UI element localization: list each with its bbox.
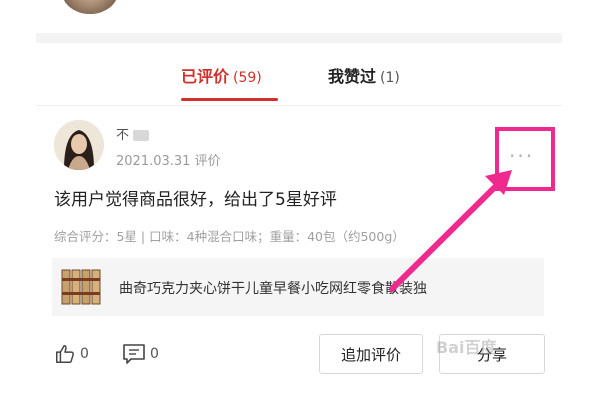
review-meta: 综合评分：5星 | 口味：4种混合口味；重量：40包（约500g） [54,229,405,244]
highlight-box [495,127,555,191]
like-button[interactable]: 0 [54,343,89,365]
comment-button[interactable]: 0 [122,343,159,365]
product-card[interactable]: 曲奇巧克力夹心饼干儿童早餐小吃网红零食散装独 [52,258,544,316]
tab-reviewed[interactable]: 已评价 (59) [181,63,262,87]
product-title: 曲奇巧克力夹心饼干儿童早餐小吃网红零食散装独 [119,281,427,297]
username: 不 [116,124,150,143]
review-date: 2021.03.31 评价 [116,154,221,169]
review-tabs: 已评价 (59) 我赞过 (1) [36,43,562,106]
tab-reviewed-count: (59) [233,70,262,86]
tab-liked-count: (1) [380,70,400,86]
avatar-image [54,120,104,170]
username-text: 不 [116,128,130,143]
review-page: 已评价 (59) 我赞过 (1) 不 2021.03.31 评价 ··· 该用户觉得… [0,0,600,400]
tab-liked-label: 我赞过 [328,67,377,86]
top-avatar [62,0,118,14]
product-thumbnail [59,268,103,306]
add-review-button[interactable]: 追加评价 [319,334,423,374]
active-tab-indicator [181,98,278,101]
section-divider [36,33,562,43]
comment-count: 0 [150,346,159,362]
thumbs-up-icon [56,345,74,363]
share-button[interactable]: 分享 [439,334,545,374]
avatar[interactable] [54,120,104,170]
tab-reviewed-label: 已评价 [181,67,230,86]
tab-liked[interactable]: 我赞过 (1) [328,63,400,87]
comment-icon [123,344,145,364]
review-text: 该用户觉得商品很好，给出了5星好评 [54,190,337,210]
like-count: 0 [80,346,89,362]
username-blur [133,130,150,141]
